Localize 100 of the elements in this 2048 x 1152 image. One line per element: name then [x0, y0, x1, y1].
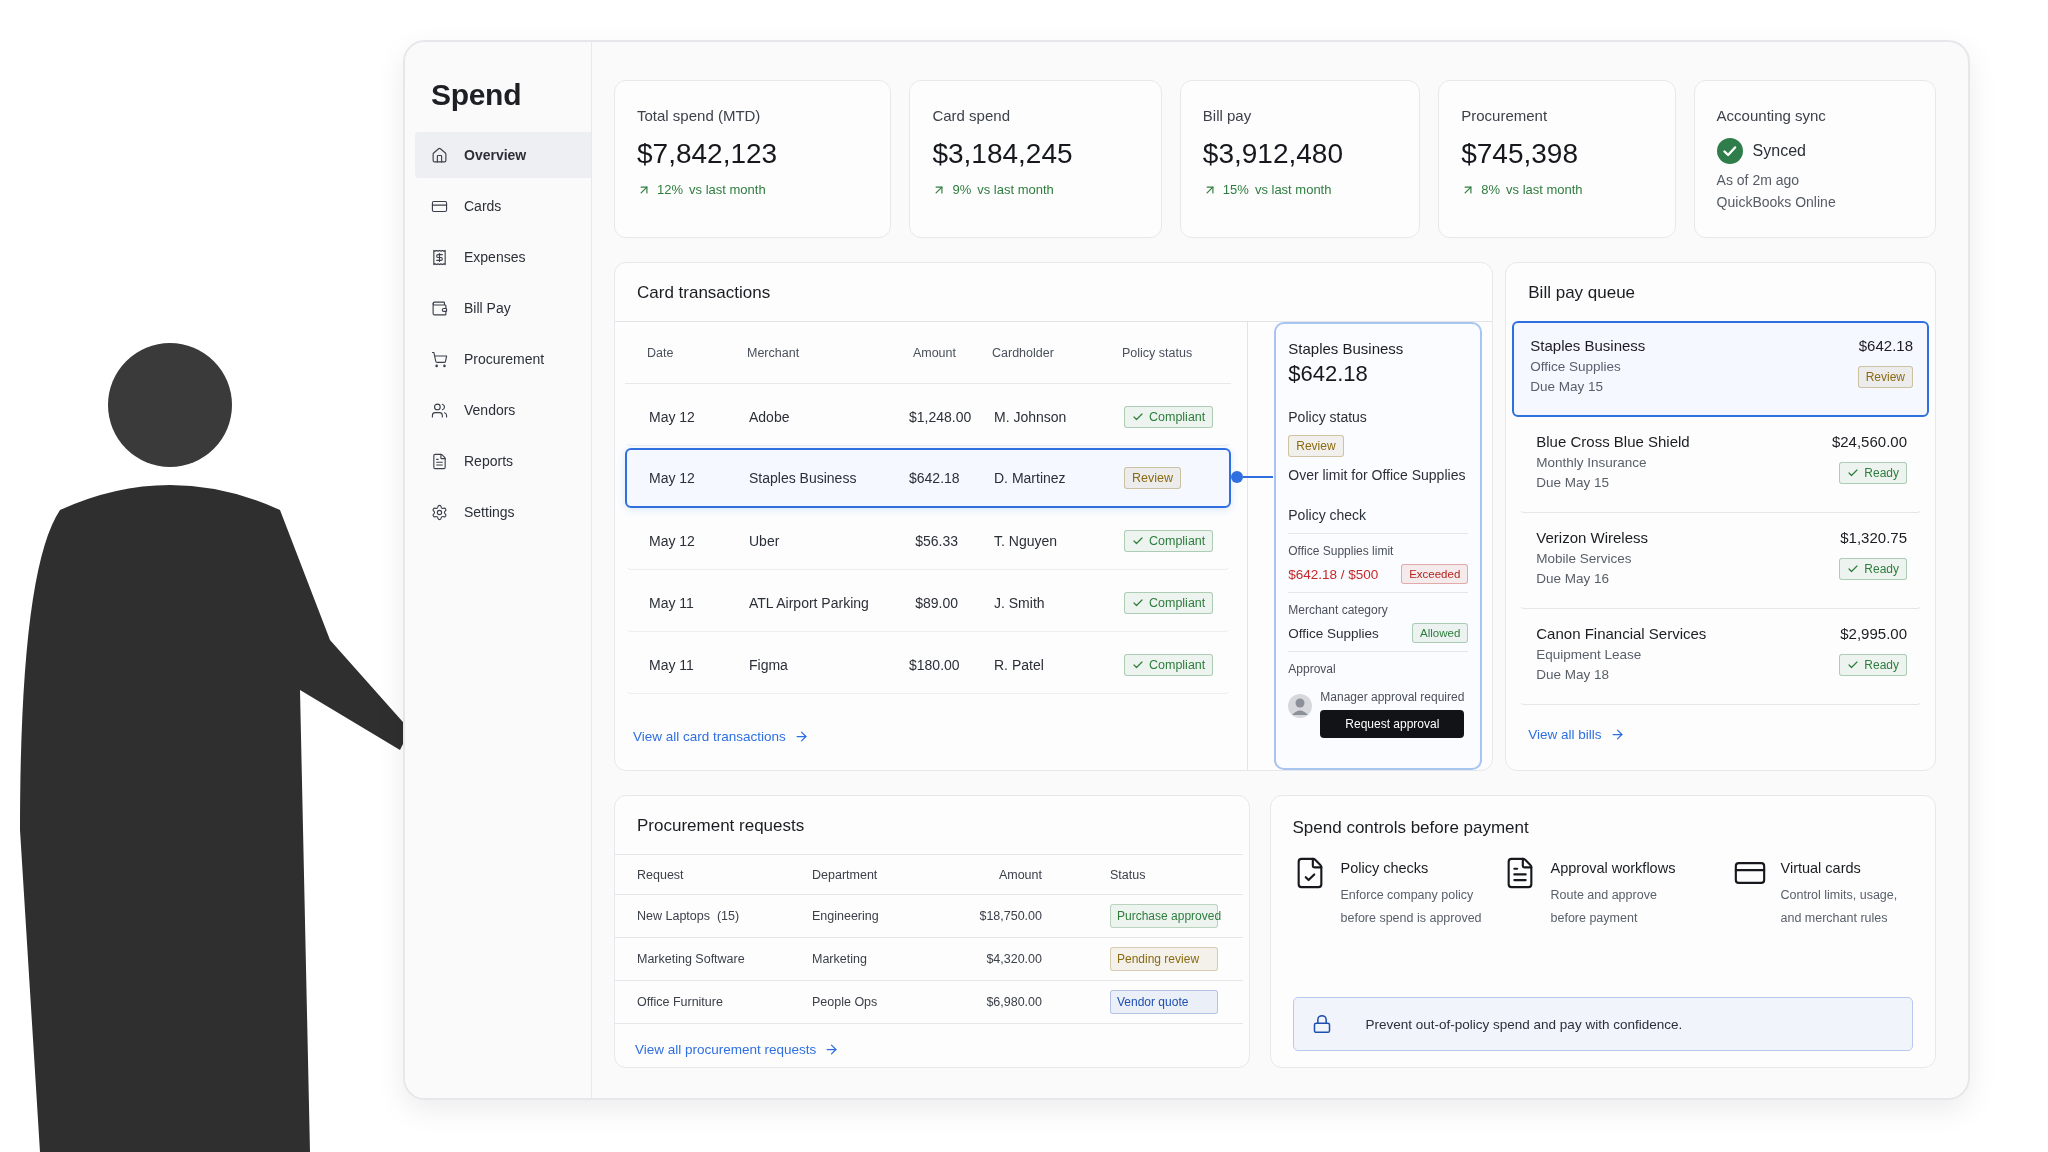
change-text: vs last month — [689, 182, 766, 197]
cart-icon — [431, 350, 448, 368]
table-cell-text: May 11 — [649, 594, 695, 611]
stat-label: Bill pay — [1202, 107, 1253, 124]
nav-item[interactable]: Procurement — [415, 336, 591, 382]
change-percent: 8% — [1481, 182, 1500, 197]
banner-text: Prevent out-of-policy spend and pay with confidence. — [1365, 1016, 1683, 1032]
receipt-icon — [431, 248, 448, 266]
bill-item[interactable]: Staples Business Office Supplies Due May 15 $642.18 Review — [1512, 321, 1929, 417]
feature-description: Enforce company policy before spend is approved — [1340, 887, 1482, 927]
status-badge: Exceeded — [1401, 564, 1469, 584]
bill-amount: $24,560.00 — [1831, 433, 1907, 450]
status-badge: Ready — [1839, 558, 1907, 580]
change-text: vs last month — [977, 182, 1054, 197]
bill-item[interactable]: Canon Financial Services Equipment Lease Due May 18 $2,995.00 Ready — [1518, 609, 1923, 705]
view-all-link[interactable]: View all bills — [1528, 727, 1625, 742]
stat-value: $745,398 — [1461, 138, 1579, 170]
status-tag: Pending review — [1110, 947, 1218, 971]
bill-category: Equipment Lease — [1536, 647, 1643, 662]
column-header: Amount — [997, 867, 1042, 882]
column-header: Cardholder — [992, 345, 1055, 360]
bill-category: Monthly Insurance — [1536, 455, 1648, 470]
nav-item[interactable]: Expenses — [415, 234, 591, 280]
column-header: Policy status — [1122, 345, 1194, 360]
sync-time: As of 2m ago — [1716, 172, 1801, 188]
nav-item[interactable]: Vendors — [415, 387, 591, 433]
check-label: Merchant category — [1288, 603, 1389, 617]
status-badge: Compliant — [1124, 405, 1214, 428]
check-icon — [1847, 659, 1860, 671]
nav-item[interactable]: Bill Pay — [415, 285, 591, 331]
table-cell-text: J. Smith — [994, 594, 1046, 611]
table-cell-text: May 12 — [649, 470, 696, 486]
table-cell-text: $56.33 — [914, 532, 959, 549]
arrow-right-icon — [793, 729, 809, 744]
table-cell-text: $180.00 — [909, 656, 961, 673]
change-text: vs last month — [1506, 182, 1583, 197]
feature-title: Virtual cards — [1780, 860, 1862, 876]
stat-value: $3,184,245 — [932, 138, 1074, 170]
column-header: Merchant — [747, 345, 801, 360]
settings-icon — [431, 503, 448, 521]
table-cell-text: Office Furniture — [637, 995, 724, 1009]
panel-title: Card transactions — [636, 282, 772, 304]
table-cell-text: May 11 — [649, 656, 695, 673]
nav-item[interactable]: Settings — [415, 489, 591, 535]
table-cell-text: $642.18 — [909, 470, 961, 486]
transaction-row[interactable]: May 11 Figma $180.00 R. Patel Compliant — [625, 634, 1232, 694]
change-percent: 9% — [952, 182, 972, 197]
transaction-row[interactable]: May 11 ATL Airport Parking $89.00 J. Smith Compliant — [625, 572, 1232, 632]
detail-amount: $642.18 — [1288, 361, 1369, 387]
transaction-row[interactable]: May 12 Uber $56.33 T. Nguyen Compliant — [625, 510, 1232, 570]
table-cell-text: $1,248.00 — [909, 408, 973, 425]
status-badge: Compliant — [1124, 591, 1214, 614]
column-header: Status — [1110, 867, 1147, 882]
bill-item[interactable]: Blue Cross Blue Shield Monthly Insurance Due May 15 $24,560.00 Ready — [1518, 417, 1923, 513]
view-all-link[interactable]: View all card transactions — [633, 729, 809, 744]
table-cell-text: $89.00 — [914, 594, 959, 611]
change-percent: 12% — [657, 182, 684, 197]
approval-text: Manager approval required — [1320, 690, 1465, 704]
bill-name: Staples Business — [1530, 337, 1647, 354]
document-icon — [431, 452, 448, 470]
nav-item[interactable]: Cards — [415, 183, 591, 229]
table-cell-text: Figma — [749, 656, 789, 673]
bill-amount: $642.18 — [1858, 337, 1913, 354]
nav-item[interactable]: Overview — [415, 132, 591, 178]
table-cell-text: Uber — [749, 532, 781, 549]
arrow-right-icon — [1609, 727, 1625, 742]
stat-value: $7,842,123 — [637, 138, 779, 170]
feature-description: Route and approve before payment — [1550, 887, 1658, 927]
view-all-link[interactable]: View all procurement requests — [635, 1042, 840, 1057]
bill-name: Verizon Wireless — [1536, 529, 1649, 546]
column-header: Request — [637, 867, 685, 882]
status-badge: Review — [1124, 467, 1181, 489]
check-label: Approval — [1288, 662, 1337, 676]
bill-due-date: Due May 18 — [1536, 667, 1611, 682]
status-tag: Vendor quote — [1110, 990, 1218, 1014]
table-cell-text: Engineering — [812, 909, 880, 923]
detail-merchant: Staples Business — [1288, 340, 1405, 357]
bill-item[interactable]: Verizon Wireless Mobile Services Due May 16 $1,320.75 Ready — [1518, 513, 1923, 609]
column-header: Date — [647, 345, 675, 360]
detail-note: Over limit for Office Supplies — [1288, 467, 1467, 483]
check-circle-icon — [1716, 138, 1743, 164]
bill-name: Canon Financial Services — [1536, 625, 1708, 642]
feature-title: Approval workflows — [1550, 860, 1676, 876]
status-badge: Ready — [1839, 654, 1907, 676]
table-cell-text: M. Johnson — [994, 408, 1068, 425]
table-cell-text: $6,980.00 — [985, 995, 1042, 1009]
connector-line — [1231, 471, 1274, 483]
table-cell-text: D. Martinez — [994, 470, 1067, 486]
check-label: Office Supplies limit — [1288, 544, 1395, 558]
detail-label: Policy check — [1288, 507, 1368, 523]
table-cell-text: Marketing — [812, 952, 868, 966]
request-approval-button[interactable]: Request approval — [1320, 710, 1465, 738]
nav-item[interactable]: Reports — [415, 438, 591, 484]
change-text: vs last month — [1254, 182, 1332, 197]
status-badge: Compliant — [1124, 653, 1214, 676]
panel-title: Bill pay queue — [1527, 282, 1637, 304]
transaction-row[interactable]: May 12 Adobe $1,248.00 M. Johnson Compliant — [625, 386, 1232, 446]
table-cell-text: $18,750.00 — [978, 909, 1042, 923]
bill-category: Office Supplies — [1530, 359, 1622, 374]
transaction-row[interactable]: May 12 Staples Business $642.18 D. Martinez Review — [625, 448, 1232, 508]
